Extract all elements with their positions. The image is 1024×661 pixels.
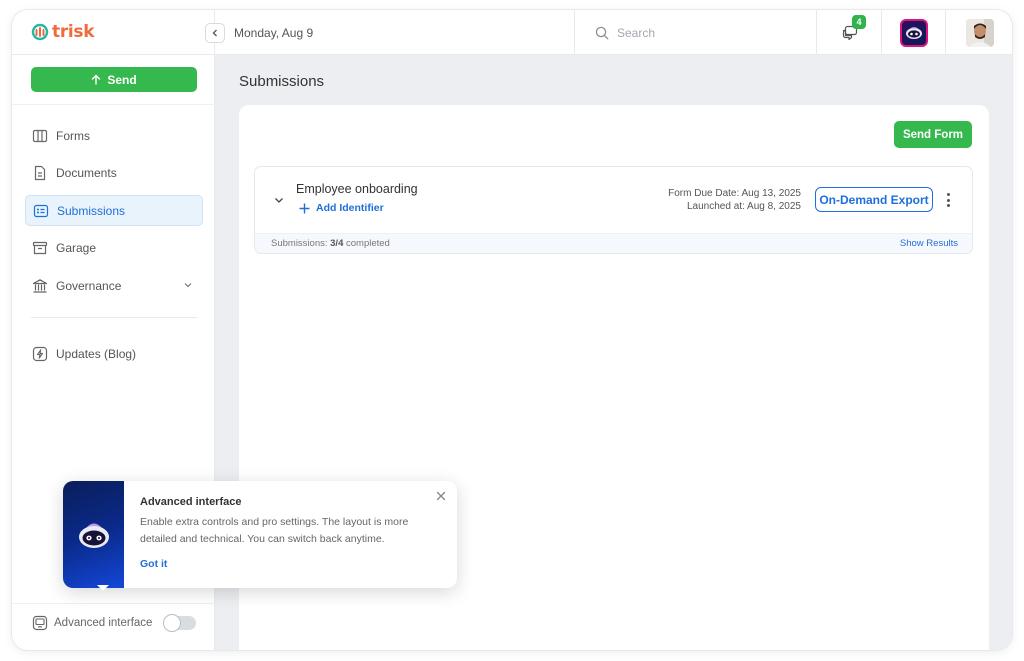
avatar (965, 18, 994, 47)
got-it-button[interactable]: Got it (140, 558, 167, 570)
submission-meta: Form Due Date: Aug 13, 2025 Launched at:… (668, 187, 801, 213)
submission-item: Employee onboarding Add Identifier Form … (254, 166, 973, 254)
arrow-up-icon (92, 74, 101, 85)
toggle-knob (163, 614, 181, 632)
archive-icon (32, 241, 48, 255)
show-results-link[interactable]: Show Results (900, 238, 958, 249)
assistant-avatar (900, 18, 928, 47)
sidebar-item-label: Submissions (57, 203, 126, 218)
advanced-interface-toggle[interactable] (163, 614, 196, 632)
more-options-icon[interactable] (941, 191, 955, 209)
sidebar-item-garage[interactable]: Garage (25, 233, 203, 264)
chevron-down-icon (184, 283, 192, 288)
submission-progress: Submissions: 3/4 completed (271, 238, 390, 249)
close-icon[interactable] (435, 490, 447, 502)
send-form-button[interactable]: Send Form (894, 121, 972, 148)
robot-icon (906, 26, 922, 39)
collapse-sidebar-button[interactable] (205, 23, 225, 43)
sidebar-item-label: Forms (56, 128, 90, 143)
user-menu[interactable] (947, 10, 1012, 55)
popover-body: Enable extra controls and pro settings. … (140, 516, 409, 545)
lightning-icon (32, 346, 48, 361)
search-icon (595, 26, 609, 39)
submission-footer: Submissions: 3/4 completed Show Results (255, 233, 972, 253)
bank-icon (32, 278, 48, 293)
expand-chevron-icon[interactable] (273, 194, 285, 206)
add-identifier-button[interactable]: Add Identifier (299, 202, 384, 214)
sidebar-updates-section: Updates (Blog) (25, 338, 203, 376)
popover-title: Advanced interface (140, 496, 242, 508)
sidebar-item-label: Garage (56, 241, 97, 255)
robot-icon (78, 523, 109, 548)
sidebar-item-label: Documents (56, 166, 117, 180)
page-title: Submissions (239, 73, 325, 90)
completed-count: 3/4 (330, 238, 344, 249)
sidebar-item-submissions[interactable]: Submissions (25, 195, 203, 226)
app-name: trisk (52, 22, 95, 42)
advanced-interface-row: Advanced interface (32, 615, 152, 631)
send-button[interactable]: Send (31, 67, 197, 92)
messages-button[interactable]: 4 (818, 10, 882, 55)
search-input[interactable] (617, 25, 767, 40)
chevron-left-icon (212, 29, 217, 37)
popover-illustration (63, 481, 124, 588)
on-demand-export-button[interactable]: On-Demand Export (815, 187, 933, 212)
logo[interactable]: trisk (30, 22, 95, 42)
assistant-button[interactable] (883, 10, 946, 55)
monitor-icon (32, 615, 48, 631)
sidebar-item-updates[interactable]: Updates (Blog) (25, 338, 203, 369)
due-date: Form Due Date: Aug 13, 2025 (668, 188, 801, 199)
sidebar-item-documents[interactable]: Documents (25, 158, 203, 189)
advanced-interface-label: Advanced interface (54, 617, 153, 629)
advanced-interface-popover: Advanced interface Enable extra controls… (63, 481, 457, 588)
sidebar-item-forms[interactable]: Forms (25, 120, 203, 151)
sidebar-item-label: Updates (Blog) (56, 346, 137, 361)
send-button-label: Send (107, 72, 137, 87)
search-bar[interactable] (574, 10, 817, 55)
trisk-logo-icon (31, 23, 49, 41)
top-bar: trisk Monday, Aug 9 4 (12, 10, 1012, 55)
submission-title: Employee onboarding (296, 182, 418, 196)
current-date: Monday, Aug 9 (234, 26, 314, 40)
launched-date: Launched at: Aug 8, 2025 (687, 201, 801, 212)
sidebar-item-governance[interactable]: Governance (25, 270, 203, 301)
sidebar-nav: Forms Documents Submissions Garage Gover… (25, 120, 203, 308)
submissions-icon (33, 204, 49, 217)
add-identifier-label: Add Identifier (316, 202, 384, 214)
plus-icon (299, 203, 310, 213)
user-avatar-image (965, 18, 994, 47)
unread-count-badge: 4 (852, 15, 866, 29)
forms-icon (32, 129, 48, 142)
document-icon (34, 165, 46, 181)
popover-pointer (97, 585, 109, 591)
sidebar-item-label: Governance (56, 278, 122, 293)
